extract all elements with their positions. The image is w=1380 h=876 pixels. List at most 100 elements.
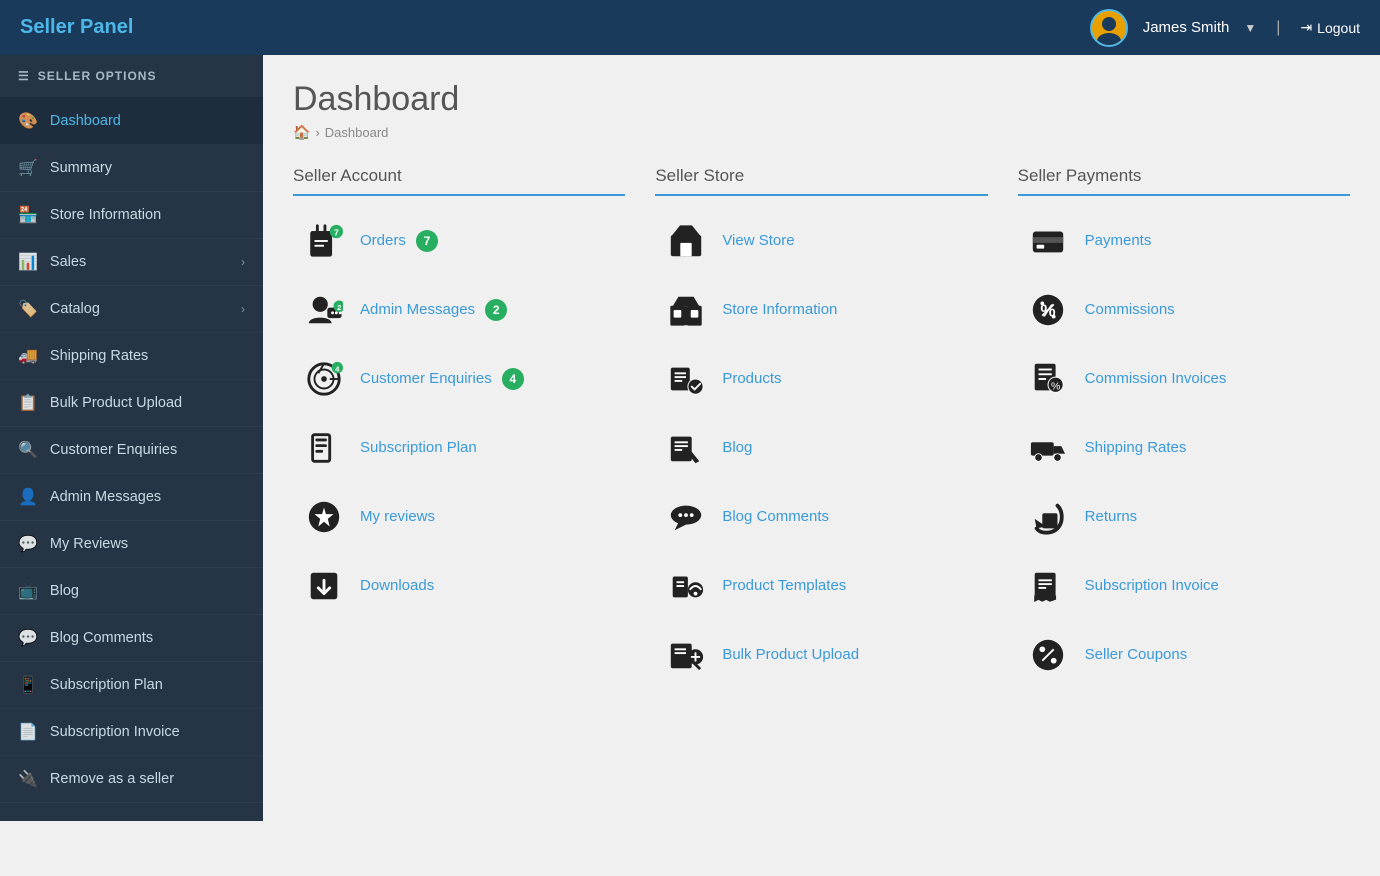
- payments-seller-coupons-item[interactable]: Seller Coupons: [1018, 622, 1350, 687]
- sidebar-item-remove-as-seller[interactable]: 🔌 Remove as a seller: [0, 756, 263, 803]
- commission-invoices-label: Commission Invoices: [1085, 370, 1227, 387]
- admin-messages-badge: 2: [485, 299, 507, 321]
- sidebar-item-subscription-plan[interactable]: 📱 Subscription Plan: [0, 662, 263, 709]
- commissions-label: Commissions: [1085, 301, 1175, 318]
- breadcrumb: 🏠 › Dashboard: [293, 124, 1350, 141]
- logout-button[interactable]: ⇥ Logout: [1300, 19, 1360, 36]
- avatar: [1090, 9, 1128, 47]
- orders-icon: 7: [301, 218, 346, 263]
- enquiries-icon: 4: [301, 356, 346, 401]
- sidebar-item-shipping-rates[interactable]: 🚚 Shipping Rates: [0, 333, 263, 380]
- account-my-reviews-item[interactable]: My reviews: [293, 484, 625, 549]
- orders-badge: 7: [416, 230, 438, 252]
- home-icon: 🏠: [293, 124, 310, 141]
- customer-enquiries-label: Customer Enquiries 4: [360, 368, 524, 390]
- sidebar: ☰ SELLER OPTIONS 🎨 Dashboard 🛒 Summary 🏪…: [0, 55, 263, 821]
- payments-payments-item[interactable]: Payments: [1018, 208, 1350, 273]
- sidebar-item-blog[interactable]: 📺 Blog: [0, 568, 263, 615]
- payments-returns-item[interactable]: Returns: [1018, 484, 1350, 549]
- store-view-store-item[interactable]: View Store: [655, 208, 987, 273]
- account-subscription-plan-item[interactable]: Subscription Plan: [293, 415, 625, 480]
- shipping-icon: 🚚: [18, 346, 38, 366]
- seller-store-title: Seller Store: [655, 166, 987, 196]
- svg-text:%: %: [1051, 381, 1060, 392]
- sidebar-section-label: ☰ SELLER OPTIONS: [0, 55, 263, 98]
- upload-icon: 📋: [18, 393, 38, 413]
- payments-icon: [1026, 218, 1071, 263]
- blog-card-icon: [663, 425, 708, 470]
- sidebar-item-admin-messages[interactable]: 👤 Admin Messages: [0, 474, 263, 521]
- payments-commission-invoices-item[interactable]: % Commission Invoices: [1018, 346, 1350, 411]
- user-name[interactable]: James Smith: [1143, 19, 1230, 36]
- downloads-label: Downloads: [360, 577, 434, 594]
- account-customer-enquiries-item[interactable]: 4 Customer Enquiries 4: [293, 346, 625, 411]
- shipping-rates-icon: [1026, 425, 1071, 470]
- store-products-item[interactable]: Products: [655, 346, 987, 411]
- page-title: Dashboard: [293, 80, 1350, 119]
- sidebar-item-blog-comments[interactable]: 💬 Blog Comments: [0, 615, 263, 662]
- account-orders-item[interactable]: 7 Orders 7: [293, 208, 625, 273]
- sidebar-item-dashboard[interactable]: 🎨 Dashboard: [0, 98, 263, 145]
- seller-account-section: Seller Account 7: [293, 166, 625, 687]
- payments-shipping-rates-item[interactable]: Shipping Rates: [1018, 415, 1350, 480]
- enquiry-icon: 🔍: [18, 440, 38, 460]
- returns-label: Returns: [1085, 508, 1138, 525]
- main-content: Dashboard 🏠 › Dashboard Seller Account: [263, 55, 1380, 821]
- blog-comments-icon: 💬: [18, 628, 38, 648]
- svg-text:2: 2: [337, 303, 341, 312]
- dashboard-icon: 🎨: [18, 111, 38, 131]
- products-icon: [663, 356, 708, 401]
- store-store-information-item[interactable]: Store Information: [655, 277, 987, 342]
- subscription-plan-icon: [301, 425, 346, 470]
- sales-icon: 📊: [18, 252, 38, 272]
- store-blog-item[interactable]: Blog: [655, 415, 987, 480]
- catalog-icon: 🏷️: [18, 299, 38, 319]
- sidebar-item-subscription-invoice[interactable]: 📄 Subscription Invoice: [0, 709, 263, 756]
- sidebar-item-bulk-product-upload[interactable]: 📋 Bulk Product Upload: [0, 380, 263, 427]
- product-templates-label: Product Templates: [722, 577, 846, 594]
- store-blog-comments-item[interactable]: Blog Comments: [655, 484, 987, 549]
- seller-payments-section: Seller Payments Payments: [1018, 166, 1350, 687]
- seller-coupons-label: Seller Coupons: [1085, 646, 1188, 663]
- seller-payments-list: Payments % Commissions: [1018, 208, 1350, 687]
- chevron-right-icon: ›: [241, 302, 245, 316]
- sidebar-item-sales[interactable]: 📊 Sales ›: [0, 239, 263, 286]
- account-admin-messages-item[interactable]: 2 Admin Messages 2: [293, 277, 625, 342]
- header-right: James Smith ▼ | ⇥ Logout: [1090, 9, 1360, 47]
- remove-icon: 🔌: [18, 769, 38, 789]
- orders-label: Orders 7: [360, 230, 438, 252]
- view-store-icon: [663, 218, 708, 263]
- shipping-rates-label: Shipping Rates: [1085, 439, 1187, 456]
- store-icon: 🏪: [18, 205, 38, 225]
- blog-icon: 📺: [18, 581, 38, 601]
- seller-store-list: View Store: [655, 208, 987, 687]
- store-product-templates-item[interactable]: Product Templates: [655, 553, 987, 618]
- blog-comments-label: Blog Comments: [722, 508, 829, 525]
- payments-label: Payments: [1085, 232, 1152, 249]
- store-bulk-product-upload-item[interactable]: Bulk Product Upload: [655, 622, 987, 687]
- user-dropdown-icon[interactable]: ▼: [1244, 21, 1256, 35]
- sidebar-item-store-information[interactable]: 🏪 Store Information: [0, 192, 263, 239]
- subscription-icon: 📱: [18, 675, 38, 695]
- seller-payments-title: Seller Payments: [1018, 166, 1350, 196]
- admin-msg-icon: 2: [301, 287, 346, 332]
- bulk-product-upload-label: Bulk Product Upload: [722, 646, 859, 663]
- sidebar-item-customer-enquiries[interactable]: 🔍 Customer Enquiries: [0, 427, 263, 474]
- invoice-icon: 📄: [18, 722, 38, 742]
- payments-subscription-invoice-item[interactable]: Subscription Invoice: [1018, 553, 1350, 618]
- seller-account-list: 7 Orders 7: [293, 208, 625, 618]
- account-downloads-item[interactable]: Downloads: [293, 553, 625, 618]
- payments-commissions-item[interactable]: % Commissions: [1018, 277, 1350, 342]
- chevron-right-icon: ›: [241, 255, 245, 269]
- subscription-invoice-label: Subscription Invoice: [1085, 577, 1219, 594]
- header: Seller Panel James Smith ▼ | ⇥ Logout: [0, 0, 1380, 55]
- commission-invoices-icon: %: [1026, 356, 1071, 401]
- seller-account-title: Seller Account: [293, 166, 625, 196]
- layout: ☰ SELLER OPTIONS 🎨 Dashboard 🛒 Summary 🏪…: [0, 55, 1380, 821]
- sidebar-item-my-reviews[interactable]: 💬 My Reviews: [0, 521, 263, 568]
- subscription-invoice-icon: [1026, 563, 1071, 608]
- commissions-icon: %: [1026, 287, 1071, 332]
- sidebar-item-catalog[interactable]: 🏷️ Catalog ›: [0, 286, 263, 333]
- store-information-label: Store Information: [722, 301, 837, 318]
- sidebar-item-summary[interactable]: 🛒 Summary: [0, 145, 263, 192]
